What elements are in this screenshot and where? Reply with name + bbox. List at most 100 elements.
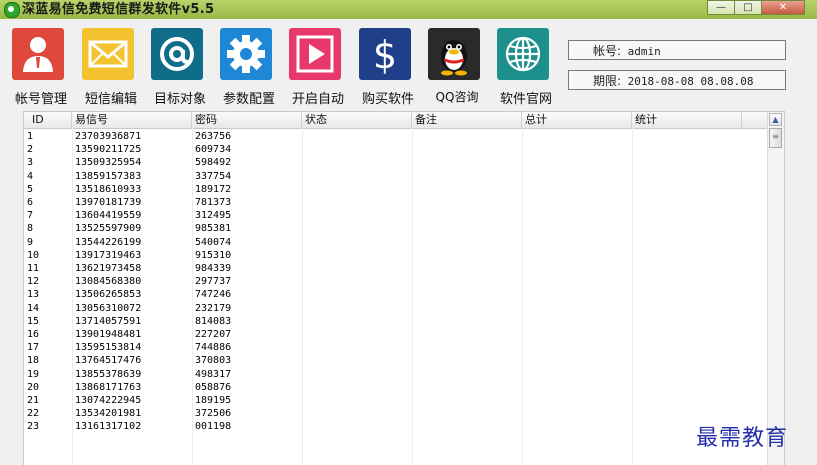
table-row[interactable]: 13 13506265853 747246 [24,289,772,301]
expiry-value: 2018-08-08 08.08.08 [627,75,754,88]
column-divider [632,128,633,465]
column-header[interactable]: 备注 [412,112,522,128]
table-cell: 058876 [195,381,232,393]
table-cell: 13056310072 [75,302,142,314]
account-value: admin [627,45,661,58]
table-cell: 297737 [195,276,232,288]
table-cell: 13544226199 [75,236,142,248]
table-row[interactable]: 17 13595153814 744886 [24,342,772,354]
tool-label: 帐号管理 [14,92,67,107]
table-cell: 11 [27,263,40,274]
scroll-thumb[interactable]: ≡ [769,128,782,148]
table-cell: 13868171763 [75,381,142,393]
tool-label: 目标对象 [153,92,206,107]
table-row[interactable]: 6 13970181739 781373 [24,197,772,209]
table-cell: 13161317102 [75,421,142,433]
account-display: 帐号: admin [568,40,786,60]
maximize-button[interactable]: □ [734,0,762,15]
column-header[interactable]: 总计 [522,112,632,128]
table-cell: 915310 [195,249,232,261]
column-header[interactable]: 易信号 [72,112,192,128]
gear-icon [220,28,272,80]
table-cell: 984339 [195,263,232,274]
table-row[interactable]: 8 13525597909 985381 [24,223,772,235]
column-divider [412,128,413,465]
table-row[interactable]: 2 13590211725 609734 [24,144,772,156]
table-row[interactable]: 7 13604419559 312495 [24,210,772,222]
table-cell: 19 [27,368,40,380]
dollar-icon: $ [359,28,411,80]
window-title: 深蓝易信免费短信群发软件v5.5 [22,2,215,17]
table-row[interactable]: 14 13056310072 232179 [24,303,772,315]
column-divider [72,128,73,465]
table-row[interactable]: 18 13764517476 370803 [24,355,772,367]
table-row[interactable]: 10 13917319463 915310 [24,250,772,262]
table-row[interactable]: 5 13518610933 189172 [24,184,772,196]
column-header[interactable]: 状态 [302,112,412,128]
account-table[interactable]: ID 易信号 密码 状态 备注 总计 统计 1 23703936871 263756 2 13590… [23,111,785,465]
table-cell: 22 [27,408,40,420]
close-button[interactable]: ✕ [761,0,805,15]
table-row[interactable]: 23 13161317102 001198 [24,421,772,433]
target-object-button[interactable]: 目标对象 [147,28,213,107]
table-row[interactable]: 15 13714057591 814083 [24,316,772,328]
table-cell: 13595153814 [75,342,142,354]
envelope-icon [82,28,134,80]
official-site-button[interactable]: 软件官网 [493,28,559,107]
table-cell: 13859157383 [75,170,142,182]
tool-label: 软件官网 [499,92,552,107]
table-cell: 13534201981 [75,408,142,420]
table-row[interactable]: 1 23703936871 263756 [24,131,772,143]
table-row[interactable]: 20 13868171763 058876 [24,382,772,394]
table-cell: 20 [27,381,40,393]
table-cell: 312495 [195,210,232,222]
table-cell: 13855378639 [75,368,142,380]
expiry-display: 期限: 2018-08-08 08.08.08 [568,70,786,90]
table-cell: 16 [27,329,40,340]
table-row[interactable]: 4 13859157383 337754 [24,171,772,183]
table-cell: 4 [27,170,34,182]
column-header[interactable]: ID [24,112,72,128]
table-cell: 10 [27,249,40,261]
scroll-up-arrow-icon[interactable]: ▲ [769,113,782,126]
table-cell: 21 [27,395,40,406]
tool-label: 短信编辑 [84,92,137,107]
param-config-button[interactable]: 参数配置 [216,28,282,107]
table-row[interactable]: 16 13901948481 227207 [24,329,772,341]
account-manage-button[interactable]: 帐号管理 [8,28,74,107]
table-cell: 13604419559 [75,210,142,222]
table-row[interactable]: 3 13509325954 598492 [24,157,772,169]
table-cell: 337754 [195,170,232,182]
account-icon [12,28,64,80]
table-cell: 598492 [195,157,232,169]
app-icon [4,2,20,18]
table-row[interactable]: 21 13074222945 189195 [24,395,772,407]
table-row[interactable]: 11 13621973458 984339 [24,263,772,275]
table-row[interactable]: 22 13534201981 372506 [24,408,772,420]
table-cell: 540074 [195,236,232,248]
table-cell: 13 [27,289,40,301]
table-cell: 14 [27,302,40,314]
table-row[interactable]: 9 13544226199 540074 [24,237,772,249]
table-cell: 13917319463 [75,249,142,261]
vertical-scrollbar[interactable]: ▲ ≡ [767,112,784,465]
qq-consult-button[interactable]: QQ咨询 [424,28,490,104]
tool-label: 开启自动 [291,92,344,107]
column-header[interactable]: 统计 [632,112,742,128]
start-auto-button[interactable]: 开启自动 [285,28,351,107]
tool-label: QQ咨询 [435,90,479,104]
table-cell: 13074222945 [75,395,142,406]
watermark: 最需教育 [696,426,789,451]
svg-text:$: $ [373,33,397,77]
buy-software-button[interactable]: $ 购买软件 [355,28,421,107]
table-cell: 498317 [195,368,232,380]
table-cell: 13084568380 [75,276,142,288]
sms-edit-button[interactable]: 短信编辑 [78,28,144,107]
title-bar: 深蓝易信免费短信群发软件v5.5 — □ ✕ [0,0,817,19]
table-cell: 7 [27,210,34,222]
table-cell: 17 [27,342,40,354]
minimize-button[interactable]: — [707,0,735,15]
column-header[interactable]: 密码 [192,112,302,128]
table-row[interactable]: 19 13855378639 498317 [24,369,772,381]
table-row[interactable]: 12 13084568380 297737 [24,276,772,288]
